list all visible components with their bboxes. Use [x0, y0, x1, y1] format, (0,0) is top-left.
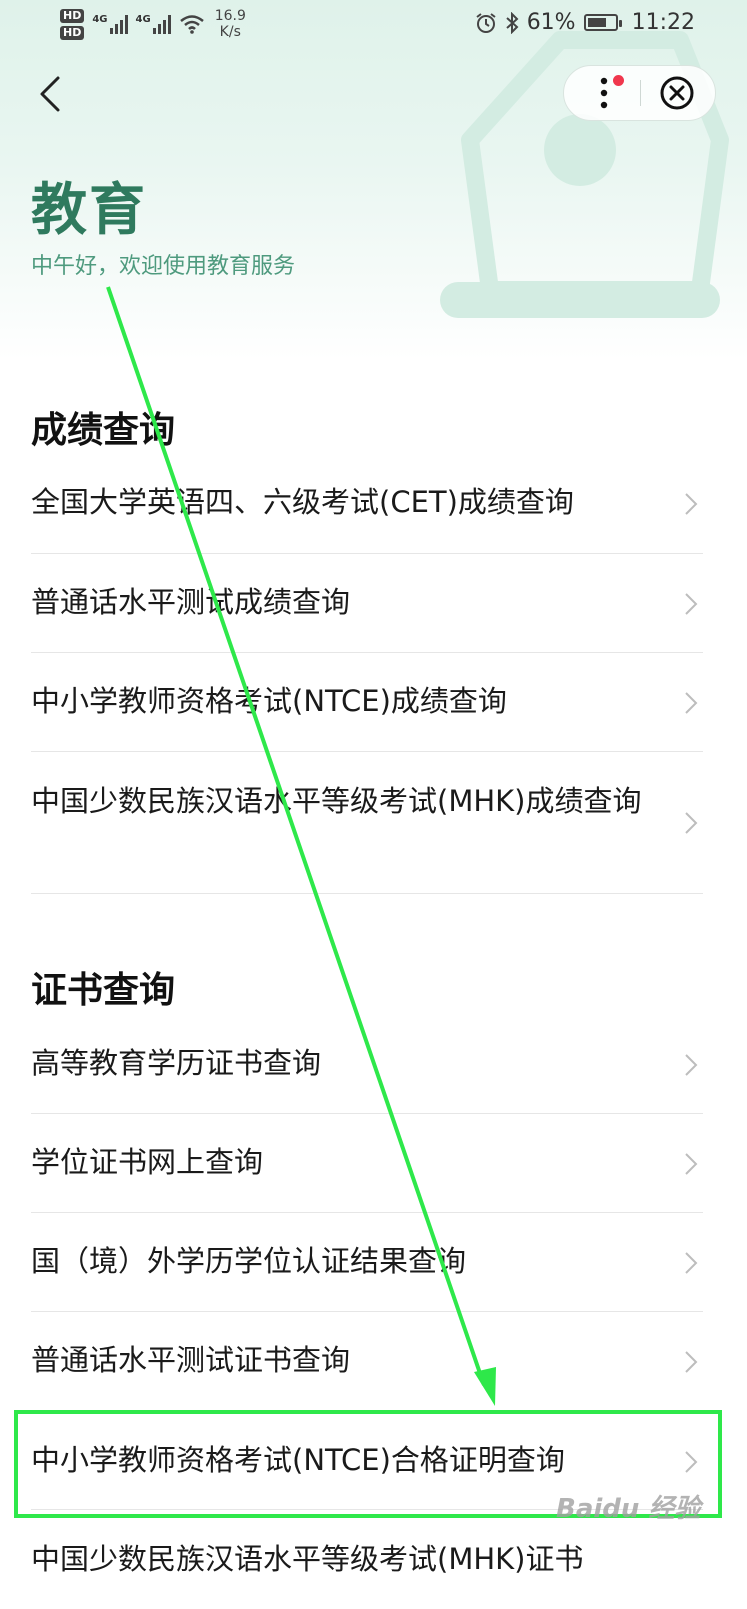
- signal-icon-2: 4G: [136, 14, 175, 34]
- list-item-label: 中小学教师资格考试(NTCE)成绩查询: [31, 684, 507, 718]
- greeting-text: 中午好，欢迎使用教育服务: [31, 254, 296, 279]
- hd-indicators: HD HD: [60, 8, 85, 40]
- list-item-label: 全国大学英语四、六级考试(CET)成绩查询: [31, 485, 574, 519]
- wifi-icon: [179, 15, 204, 34]
- back-button[interactable]: [30, 70, 74, 118]
- status-right: 61% 11:22: [475, 10, 695, 35]
- list-item[interactable]: 高等教育学历证书查询: [31, 1015, 703, 1114]
- chevron-right-icon: [685, 593, 698, 615]
- page-title: 教育: [31, 178, 147, 243]
- list-item[interactable]: 国（境）外学历学位认证结果查询: [31, 1213, 703, 1312]
- status-left: HD HD 4G 4G 16.9 K/s: [60, 8, 246, 40]
- list-item[interactable]: 中国少数民族汉语水平等级考试(MHK)成绩查询: [31, 752, 703, 894]
- clock: 11:22: [631, 10, 695, 35]
- battery-percent: 61%: [526, 10, 576, 35]
- list-item-label: 国（境）外学历学位认证结果查询: [31, 1244, 467, 1278]
- status-bar: HD HD 4G 4G 16.9 K/s 61% 11:22: [0, 0, 747, 54]
- more-button[interactable]: [564, 66, 640, 120]
- chevron-right-icon: [685, 1252, 698, 1274]
- list-item[interactable]: 普通话水平测试证书查询: [31, 1312, 703, 1411]
- hd-badge-2: HD: [60, 25, 85, 40]
- list-item-label: 普通话水平测试证书查询: [31, 1343, 351, 1377]
- chevron-right-icon: [685, 812, 698, 834]
- network-speed-value: 16.9: [214, 8, 246, 24]
- chevron-right-icon: [685, 1351, 698, 1373]
- chevron-right-icon: [685, 692, 698, 714]
- list-item-label: 学位证书网上查询: [31, 1145, 264, 1179]
- chevron-right-icon: [685, 1153, 698, 1175]
- chevron-left-icon: [40, 76, 60, 112]
- watermark: Baidu 经验: [556, 1494, 701, 1524]
- signal-icon-1: 4G: [92, 14, 131, 34]
- network-type-2: 4G: [135, 14, 151, 25]
- close-circle-icon: [660, 76, 694, 110]
- section-title-scores: 成绩查询: [31, 410, 176, 451]
- network-speed-unit: K/s: [219, 24, 241, 40]
- notification-dot: [613, 75, 624, 86]
- chevron-right-icon: [685, 493, 698, 515]
- more-vertical-icon: [600, 77, 608, 109]
- list-item-label: 高等教育学历证书查询: [31, 1046, 322, 1080]
- bluetooth-icon: [506, 11, 519, 34]
- battery-icon: [583, 14, 622, 31]
- list-item[interactable]: 学位证书网上查询: [31, 1114, 703, 1213]
- network-type-1: 4G: [92, 14, 108, 25]
- mini-program-capsule: [563, 65, 716, 121]
- list-item-label: 普通话水平测试成绩查询: [31, 585, 351, 619]
- list-item[interactable]: 中小学教师资格考试(NTCE)成绩查询: [31, 653, 703, 752]
- section-title-certificates: 证书查询: [31, 970, 176, 1011]
- list-item[interactable]: 普通话水平测试成绩查询: [31, 554, 703, 653]
- list-item-label: 中国少数民族汉语水平等级考试(MHK)成绩查询: [31, 784, 642, 818]
- list-item[interactable]: 全国大学英语四、六级考试(CET)成绩查询: [31, 455, 703, 554]
- list-item-label: 中国少数民族汉语水平等级考试(MHK)证书: [31, 1542, 584, 1576]
- alarm-icon: [476, 12, 496, 33]
- hd-badge-1: HD: [60, 8, 85, 23]
- network-speed: 16.9 K/s: [215, 8, 246, 40]
- chevron-right-icon: [685, 1054, 698, 1076]
- close-button[interactable]: [641, 66, 717, 120]
